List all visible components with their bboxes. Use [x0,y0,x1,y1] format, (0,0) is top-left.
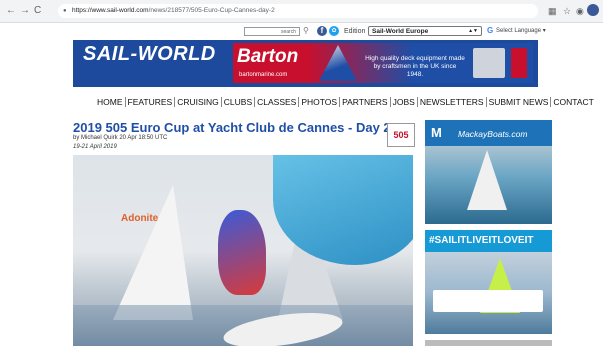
ad-brand: Barton [237,46,299,67]
nav-jobs[interactable]: JOBS [391,97,418,107]
utility-bar: search ⚲ f ✿ Edition Sail-World Europe ▲… [0,26,603,38]
ad-product-image [473,48,505,78]
sail-sponsor-label: Adonite [121,213,159,224]
ad-sail-image [319,45,357,81]
sailit-header: #SAILITLIVEITLOVEIT [425,230,552,252]
forward-button[interactable]: → [20,5,30,17]
search-input[interactable]: search [244,27,300,36]
mackay-logo-icon: M [431,125,442,140]
nav-contact[interactable]: CONTACT [551,97,595,107]
site-logo[interactable]: SAIL-WORLD [83,43,216,66]
nav-newsletters[interactable]: NEWSLETTERS [418,97,487,107]
nav-home[interactable]: HOME [95,97,126,107]
article-byline: by Michael Quirk 20 Apr 18:50 UTC [73,135,168,141]
twitter-icon[interactable]: ✿ [329,26,339,36]
bookmark-star-icon[interactable]: ☆ [563,5,571,17]
url-host: https://www.sail-world.com [72,7,149,14]
site-header-banner: SAIL-WORLD Barton bartonmarine.com High … [73,40,538,87]
blue-spinnaker-image [218,210,266,295]
search-icon[interactable]: ⚲ [303,26,309,36]
mackay-text: MackayBoats.com [458,129,528,139]
select-language[interactable]: Select Language ▾ [496,27,546,36]
ad-url: bartonmarine.com [239,72,288,78]
nav-classes[interactable]: CLASSES [255,97,300,107]
edition-value: Sail-World Europe [372,28,429,35]
url-path: /news/218577/505-Euro-Cup-Cannes-day-2 [148,7,275,14]
white-sail-image [113,185,193,320]
ad-tagline: High quality deck equipment made by craf… [365,55,465,78]
nav-photos[interactable]: PHOTOS [299,97,341,107]
nav-partners[interactable]: PARTNERS [340,97,391,107]
edition-label: Edition [344,28,366,35]
google-translate-icon: G [487,26,494,35]
facebook-icon[interactable]: f [317,26,327,36]
sidebar-ad-sailit[interactable]: #SAILITLIVEITLOVEIT [425,230,552,334]
mackay-header: M MackayBoats.com [425,120,552,146]
nav-features[interactable]: FEATURES [126,97,176,107]
sidebar-ad-mackay[interactable]: M MackayBoats.com [425,120,552,224]
extension-icon[interactable]: ▦ [548,5,557,17]
article-dates: 19-21 April 2019 [73,144,117,150]
extension-icon-2[interactable]: ◉ [576,5,584,17]
ad-product-image-2 [511,48,527,78]
sailit-boat-image [433,290,543,312]
main-nav: HOME FEATURES CRUISING CLUBS CLASSES PHOTOS PA… [95,97,596,107]
lock-icon: ● [63,8,67,14]
article-title[interactable]: 2019 505 Euro Cup at Yacht Club de Canne… [73,120,391,135]
select-arrow-icon: ▲▼ [468,28,478,34]
hero-photo[interactable]: Adonite [73,155,413,346]
browser-toolbar: ← → C ● https://www.sail-world.com/news/… [0,0,603,23]
nav-submit-news[interactable]: SUBMIT NEWS [487,97,552,107]
mackay-sail-image [467,150,507,210]
nav-clubs[interactable]: CLUBS [222,97,256,107]
profile-avatar[interactable] [587,4,599,16]
sailit-hashtag: #SAILITLIVEITLOVEIT [429,235,534,246]
address-bar[interactable]: ● https://www.sail-world.com/news/218577… [58,4,538,18]
sidebar-ad-next[interactable] [425,340,552,346]
header-advert[interactable]: Barton bartonmarine.com High quality dec… [233,43,533,83]
reload-button[interactable]: C [34,5,41,17]
edition-select[interactable]: Sail-World Europe ▲▼ [368,26,482,36]
nav-cruising[interactable]: CRUISING [175,97,222,107]
class-logo: 505 [387,123,415,147]
back-button[interactable]: ← [6,5,16,17]
